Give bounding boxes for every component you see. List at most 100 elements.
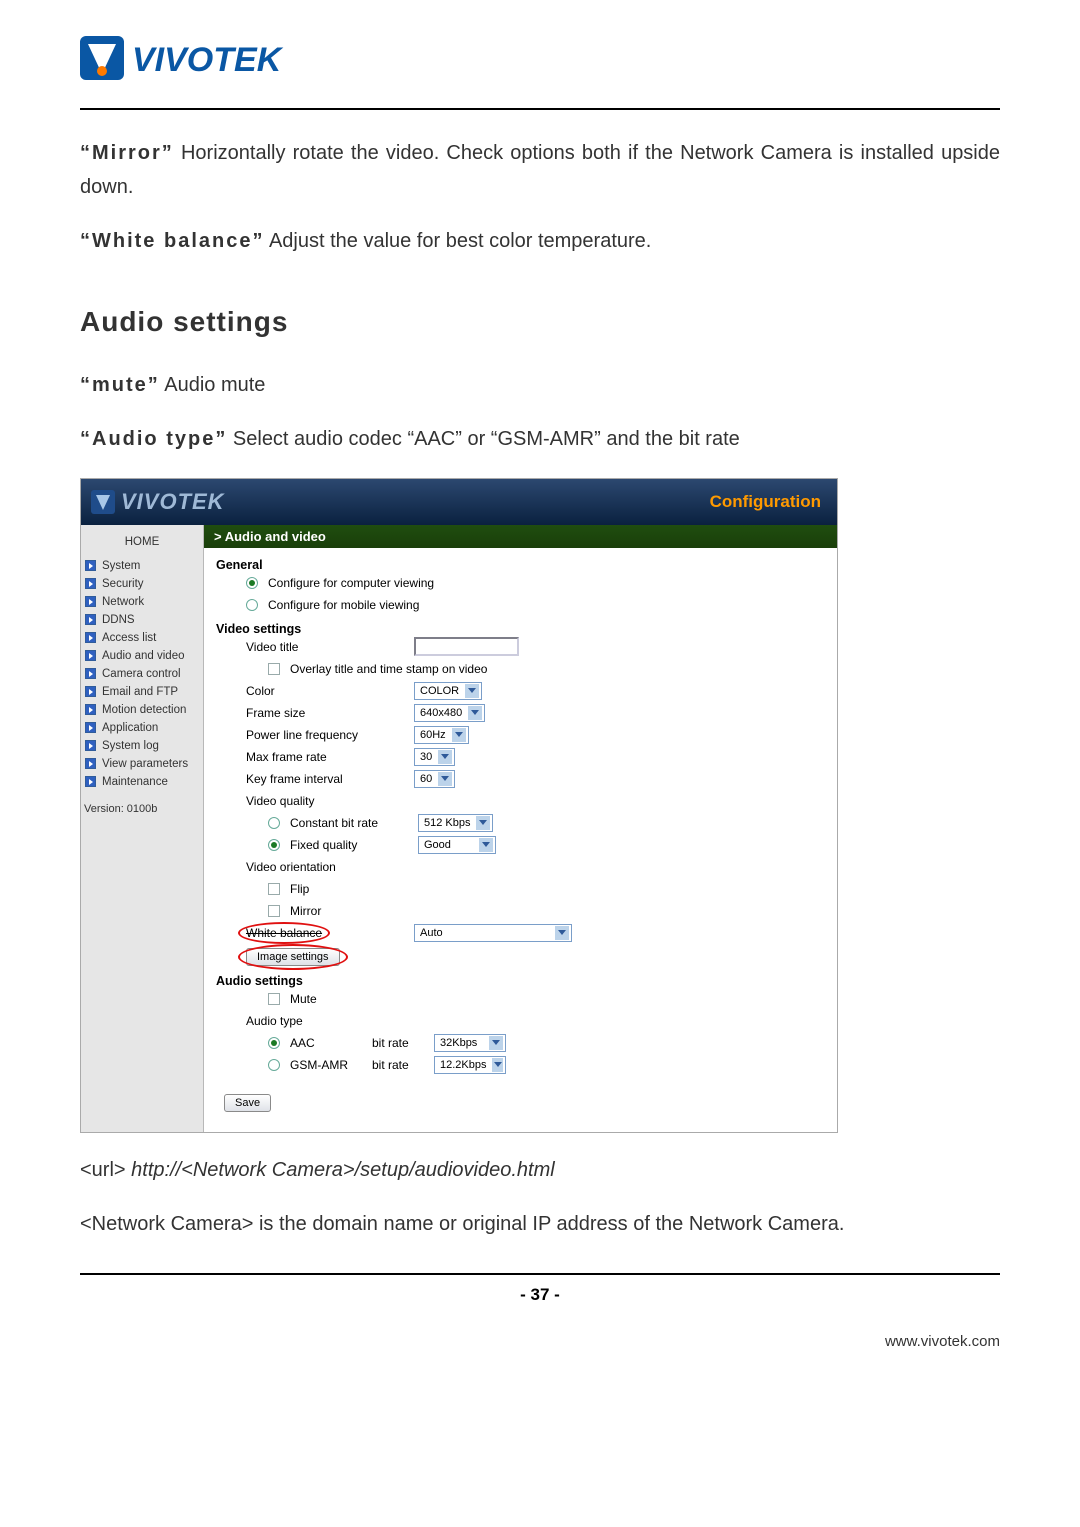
group-general: General <box>216 558 825 572</box>
checkbox-icon[interactable] <box>268 905 280 917</box>
footer-url: www.vivotek.com <box>80 1333 1000 1350</box>
overlay-label: Overlay title and time stamp on video <box>290 662 487 676</box>
fq-label: Fixed quality <box>290 838 408 852</box>
chevron-down-icon <box>479 838 493 852</box>
white-balance-label: White balance <box>246 926 322 940</box>
cfg-computer-label: Configure for computer viewing <box>268 576 434 590</box>
maxfr-select[interactable]: 30 <box>414 748 455 766</box>
plf-label: Power line frequency <box>246 728 404 742</box>
vo-label: Video orientation <box>246 860 336 874</box>
sidebar-item-email-ftp[interactable]: Email and FTP <box>81 683 203 701</box>
sidebar-item-camera-control[interactable]: Camera control <box>81 665 203 683</box>
aac-bitrate-select[interactable]: 32Kbps <box>434 1034 506 1052</box>
sidebar-item-label: Security <box>102 578 144 590</box>
config-screenshot: VIVOTEK Configuration HOME System Securi… <box>80 478 838 1133</box>
vq-label: Video quality <box>246 794 315 808</box>
arrow-icon <box>85 578 96 589</box>
framesize-select[interactable]: 640x480 <box>414 704 485 722</box>
gsm-bitrate-value: 12.2Kbps <box>440 1059 486 1071</box>
fq-select[interactable]: Good <box>418 836 496 854</box>
radio-icon[interactable] <box>246 577 258 589</box>
cfg-mobile-label: Configure for mobile viewing <box>268 598 419 612</box>
radio-icon[interactable] <box>268 1037 280 1049</box>
sidebar-item-access-list[interactable]: Access list <box>81 629 203 647</box>
audio-type-label: Audio type <box>246 1014 303 1028</box>
sidebar-item-label: Motion detection <box>102 704 186 716</box>
arrow-icon <box>85 776 96 787</box>
mirror-term: “Mirror” <box>80 142 174 164</box>
svg-text:VIVOTEK: VIVOTEK <box>132 41 284 79</box>
wb-desc: Adjust the value for best color temperat… <box>269 230 651 252</box>
config-topbar: VIVOTEK Configuration <box>81 479 837 525</box>
sidebar-item-audio-video[interactable]: Audio and video <box>81 647 203 665</box>
sidebar-item-security[interactable]: Security <box>81 575 203 593</box>
flip-label: Flip <box>290 882 309 896</box>
config-brand: VIVOTEK <box>91 489 225 515</box>
sidebar-item-label: Access list <box>102 632 156 644</box>
mirror-label: Mirror <box>290 904 321 918</box>
video-title-label: Video title <box>246 640 404 654</box>
kfi-select[interactable]: 60 <box>414 770 455 788</box>
mute-term: “mute” <box>80 374 160 396</box>
sidebar-item-label: System <box>102 560 140 572</box>
aac-bitrate-value: 32Kbps <box>440 1037 477 1049</box>
gsm-bitrate-select[interactable]: 12.2Kbps <box>434 1056 506 1074</box>
framesize-value: 640x480 <box>420 707 462 719</box>
white-balance-select[interactable]: Auto <box>414 924 572 942</box>
sidebar: HOME System Security Network DDNS Access… <box>81 525 204 1132</box>
group-video-settings: Video settings <box>216 622 825 636</box>
wb-paragraph: “White balance” Adjust the value for bes… <box>80 224 1000 258</box>
chevron-down-icon <box>465 684 479 698</box>
fq-value: Good <box>424 839 451 851</box>
sidebar-item-network[interactable]: Network <box>81 593 203 611</box>
plf-select[interactable]: 60Hz <box>414 726 469 744</box>
aac-bitrate-label: bit rate <box>372 1036 424 1050</box>
cbr-select[interactable]: 512 Kbps <box>418 814 493 832</box>
video-title-input[interactable] <box>414 637 519 656</box>
sidebar-item-system-log[interactable]: System log <box>81 737 203 755</box>
arrow-icon <box>85 668 96 679</box>
chevron-down-icon <box>452 728 466 742</box>
sidebar-item-application[interactable]: Application <box>81 719 203 737</box>
color-select[interactable]: COLOR <box>414 682 482 700</box>
checkbox-icon[interactable] <box>268 993 280 1005</box>
radio-icon[interactable] <box>246 599 258 611</box>
arrow-icon <box>85 758 96 769</box>
chevron-down-icon <box>468 706 482 720</box>
main-panel: > Audio and video General Configure for … <box>204 525 837 1132</box>
sidebar-item-maintenance[interactable]: Maintenance <box>81 773 203 791</box>
radio-icon[interactable] <box>268 817 280 829</box>
cbr-label: Constant bit rate <box>290 816 408 830</box>
sidebar-version: Version: 0100b <box>81 799 203 819</box>
wb-value: Auto <box>420 927 443 939</box>
chevron-down-icon <box>438 772 452 786</box>
radio-icon[interactable] <box>268 1059 280 1071</box>
image-settings-button[interactable]: Image settings <box>246 948 340 966</box>
color-value: COLOR <box>420 685 459 697</box>
checkbox-icon[interactable] <box>268 883 280 895</box>
chevron-down-icon <box>438 750 452 764</box>
sidebar-item-view-parameters[interactable]: View parameters <box>81 755 203 773</box>
sidebar-item-system[interactable]: System <box>81 557 203 575</box>
gsm-label: GSM-AMR <box>290 1058 362 1072</box>
sidebar-home[interactable]: HOME <box>81 531 203 557</box>
chevron-down-icon <box>476 816 490 830</box>
radio-icon[interactable] <box>268 839 280 851</box>
save-button[interactable]: Save <box>224 1094 271 1112</box>
panel-title: > Audio and video <box>204 525 837 548</box>
kfi-value: 60 <box>420 773 432 785</box>
sidebar-item-ddns[interactable]: DDNS <box>81 611 203 629</box>
mirror-desc: Horizontally rotate the video. Check opt… <box>80 142 1000 198</box>
arrow-icon <box>85 722 96 733</box>
maxfr-label: Max frame rate <box>246 750 404 764</box>
arrow-icon <box>85 560 96 571</box>
audiotype-desc: Select audio codec “AAC” or “GSM-AMR” an… <box>233 428 740 450</box>
checkbox-icon[interactable] <box>268 663 280 675</box>
sidebar-item-motion-detection[interactable]: Motion detection <box>81 701 203 719</box>
gsm-bitrate-label: bit rate <box>372 1058 424 1072</box>
sidebar-item-label: Application <box>102 722 158 734</box>
arrow-icon <box>85 740 96 751</box>
wb-term: “White balance” <box>80 230 264 252</box>
sidebar-item-label: Camera control <box>102 668 181 680</box>
top-rule <box>80 108 1000 110</box>
